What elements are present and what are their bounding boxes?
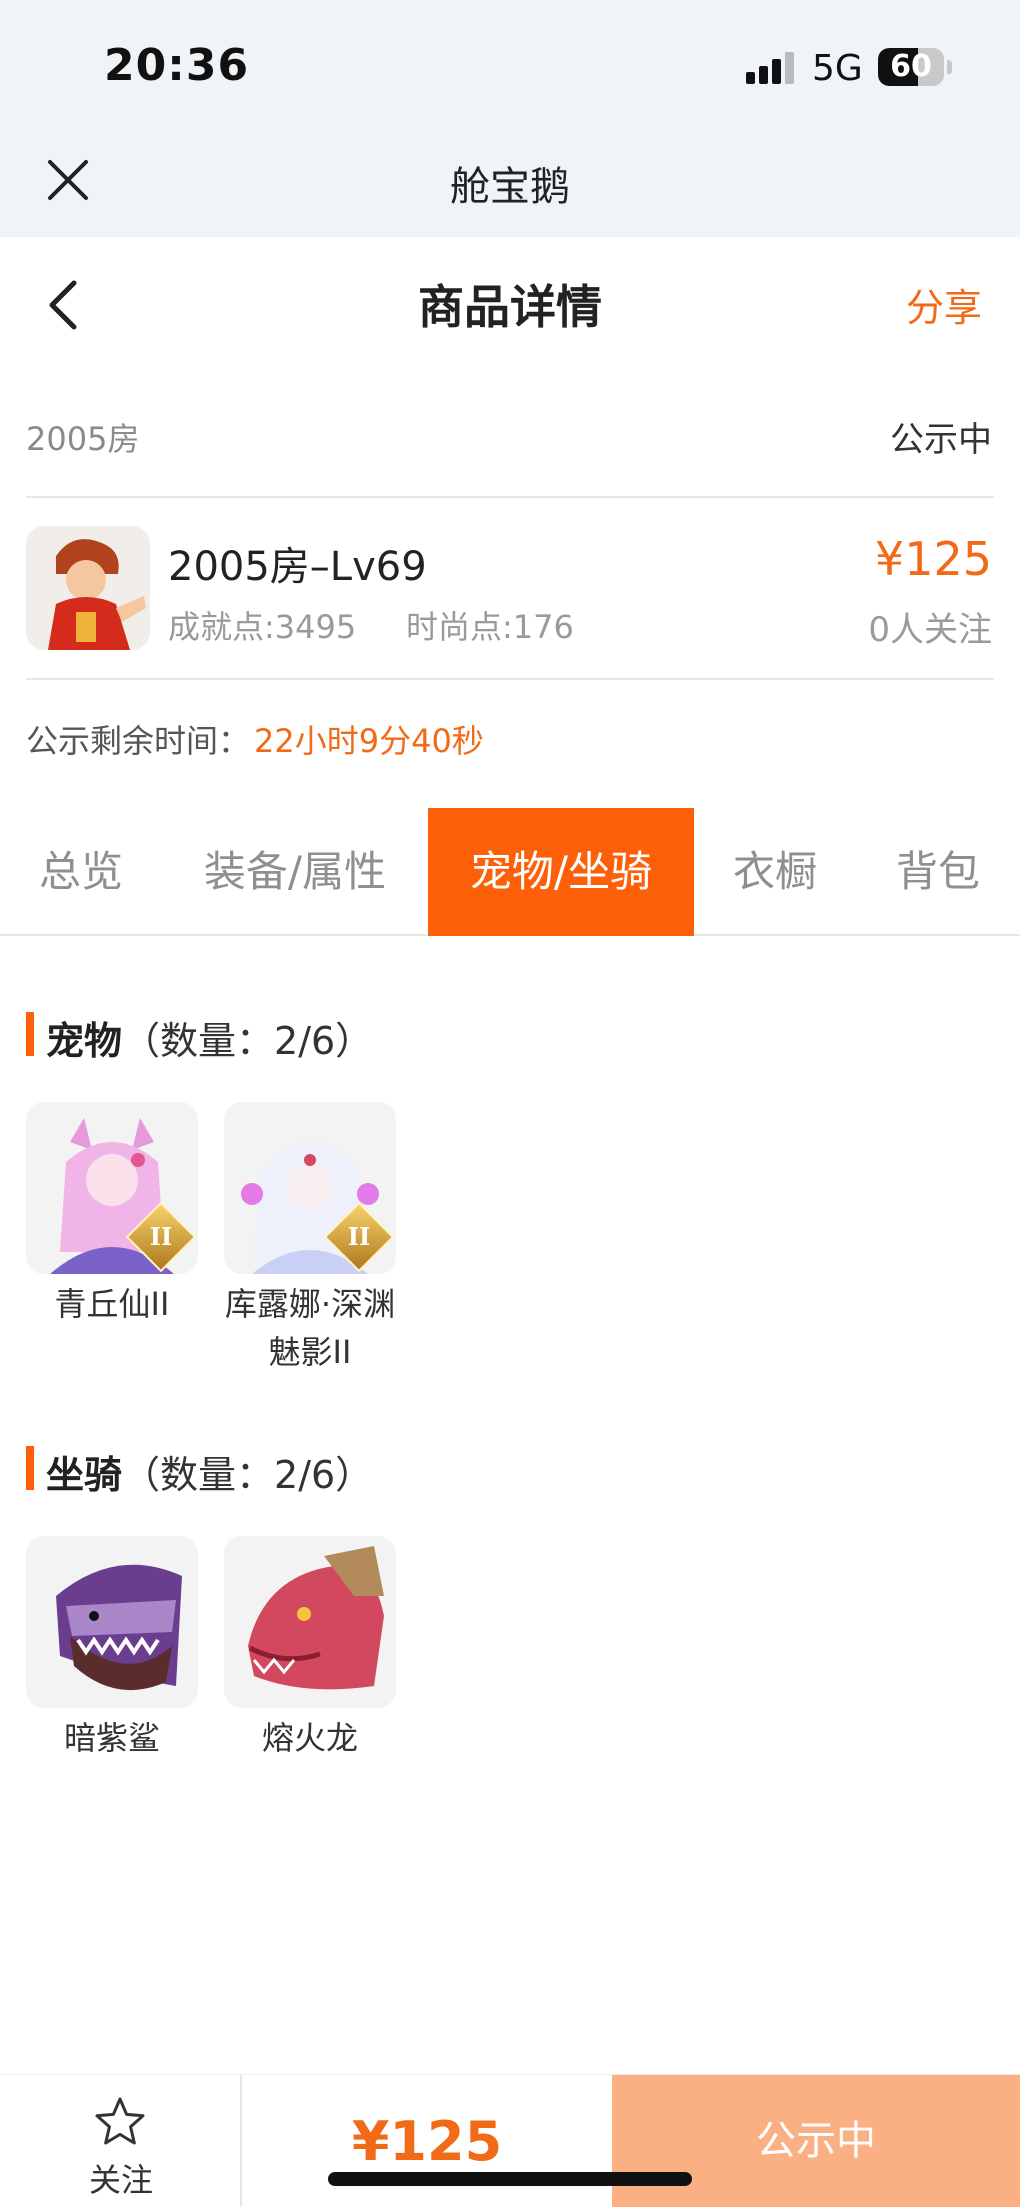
- top-header: 20:36 5G 60 舱宝鹅: [0, 0, 1020, 237]
- status-time: 20:36: [104, 40, 250, 91]
- bottom-price: ¥125: [351, 2110, 503, 2173]
- divider: [26, 678, 994, 680]
- pet-name: 青丘仙II: [54, 1285, 170, 1323]
- signal-icon: [746, 52, 798, 84]
- bottom-bar: 关注 ¥125 公示中: [0, 2074, 1020, 2207]
- follow-label: 关注: [88, 2161, 153, 2199]
- home-indicator: [328, 2172, 692, 2186]
- follow-button[interactable]: 关注: [0, 2075, 242, 2207]
- section-marker: [26, 1012, 34, 1056]
- mount-image: [26, 1536, 198, 1708]
- countdown-value: 22小时9分40秒: [254, 722, 484, 760]
- tab-equipment[interactable]: 装备/属性: [190, 808, 400, 936]
- mount-card[interactable]: 熔火龙: [224, 1536, 396, 1762]
- item-price: ¥125: [874, 532, 992, 586]
- page-title: 商品详情: [418, 280, 602, 334]
- countdown-label: 公示剩余时间：: [26, 722, 251, 760]
- listing-status: 公示中: [890, 420, 992, 460]
- pets-section-title: 宠物（数量：2/6）: [46, 1010, 373, 1065]
- mounts-title: 坐骑: [46, 1453, 123, 1497]
- mount-name: 暗紫鲨: [63, 1719, 160, 1757]
- tab-backpack[interactable]: 背包: [866, 808, 1010, 936]
- page-nav: 商品详情 分享: [0, 237, 1020, 367]
- tab-pets-mounts[interactable]: 宠物/坐骑: [428, 808, 694, 936]
- character-avatar-image: [26, 526, 150, 650]
- tab-bar: 总览 装备/属性 宠物/坐骑 衣橱 背包: [0, 808, 1020, 936]
- section-marker: [26, 1446, 34, 1490]
- mounts-section-title: 坐骑（数量：2/6）: [46, 1444, 373, 1499]
- follower-count: 0人关注: [868, 610, 992, 650]
- room-label: 2005房: [26, 420, 140, 458]
- mount-name: 熔火龙: [261, 1719, 358, 1757]
- battery-tip: [947, 60, 952, 74]
- pet-card[interactable]: II 库露娜·深渊魅影II: [224, 1102, 396, 1376]
- status-action-button[interactable]: 公示中: [612, 2075, 1020, 2207]
- pets-title: 宠物: [46, 1019, 123, 1063]
- fashion-points: 时尚点:176: [406, 608, 574, 646]
- pet-name: 库露娜·深渊魅影II: [224, 1285, 396, 1371]
- pet-image: II: [224, 1102, 396, 1274]
- achievement-points: 成就点:3495: [168, 608, 357, 646]
- mount-card[interactable]: 暗紫鲨: [26, 1536, 198, 1762]
- tab-overview[interactable]: 总览: [0, 808, 162, 936]
- divider: [26, 496, 994, 498]
- tab-wardrobe[interactable]: 衣橱: [712, 808, 838, 936]
- pets-count: （数量：2/6）: [122, 1019, 374, 1063]
- mounts-count: （数量：2/6）: [122, 1453, 374, 1497]
- mount-image: [224, 1536, 396, 1708]
- battery-icon: 60: [878, 48, 944, 86]
- item-name: 2005房–Lv69: [168, 544, 427, 590]
- mini-app-title: 舱宝鹅: [450, 164, 570, 210]
- pet-card[interactable]: II 青丘仙II: [26, 1102, 198, 1328]
- share-button[interactable]: 分享: [906, 277, 982, 332]
- battery-level: 60: [890, 49, 932, 84]
- rank-badge-label: II: [149, 1222, 173, 1251]
- star-icon: [95, 2097, 145, 2145]
- character-avatar: [26, 526, 150, 650]
- network-type: 5G: [812, 48, 863, 89]
- rank-badge-label: II: [347, 1222, 371, 1251]
- pet-image: II: [26, 1102, 198, 1274]
